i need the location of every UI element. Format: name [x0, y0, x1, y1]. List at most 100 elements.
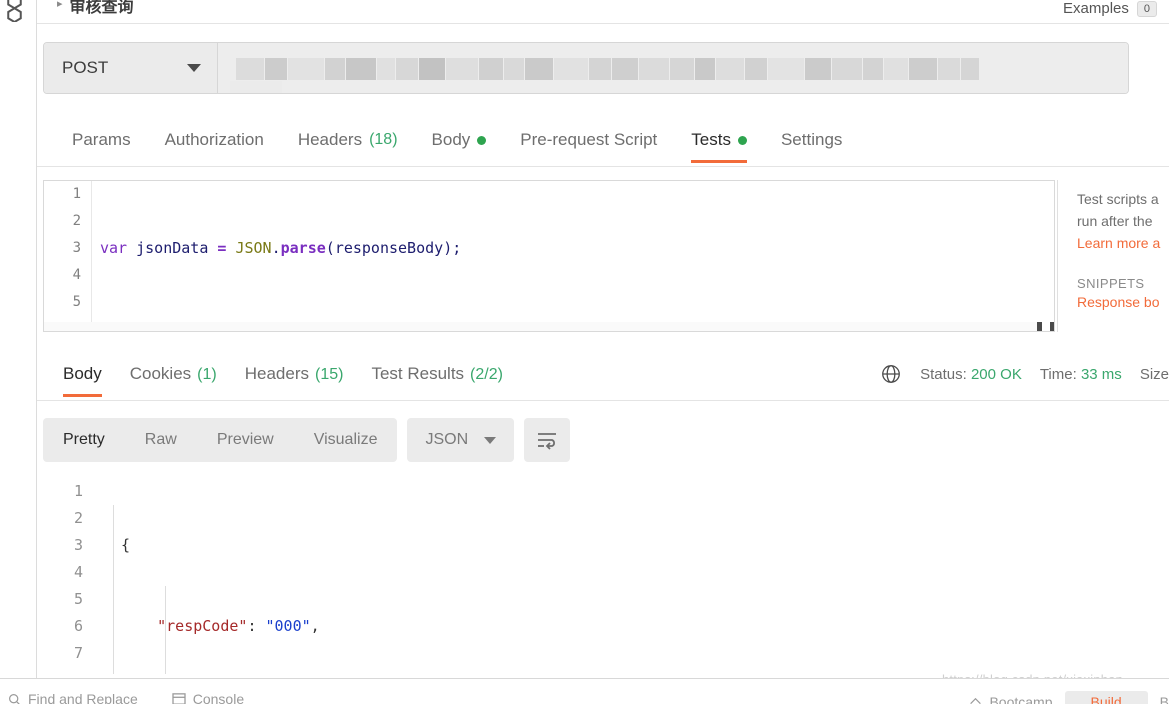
status-bar-right: Bootcamp Build B — [969, 691, 1169, 704]
response-tabs: Body Cookies (1) Headers (15) Test Results (2/… — [37, 355, 1169, 401]
viewer-mode-preview[interactable]: Preview — [197, 431, 294, 449]
line-number: 2 — [73, 509, 83, 527]
viewer-mode-pretty[interactable]: Pretty — [43, 431, 125, 449]
redaction-block — [716, 58, 744, 80]
request-tab-tests[interactable]: Tests — [674, 120, 764, 163]
redaction-block — [639, 58, 669, 80]
build-button[interactable]: Build — [1064, 691, 1148, 704]
url-redacted-overlay-secondary — [230, 81, 282, 93]
url-bar-row: POST S — [37, 36, 1169, 100]
word-wrap-button[interactable] — [524, 418, 571, 462]
line-number: 2 — [72, 213, 81, 229]
examples-control[interactable]: Examples 0 — [1063, 0, 1157, 17]
redaction-block — [346, 58, 376, 80]
time-indicator: Time: 33 ms — [1040, 366, 1122, 383]
http-method-value: POST — [62, 58, 109, 77]
redaction-block — [745, 58, 767, 80]
request-tabs: Params Authorization Headers (18) Body Pre-re… — [37, 120, 1169, 167]
size-indicator: Size — [1139, 365, 1169, 383]
panel-divider — [1057, 180, 1058, 332]
redaction-block — [695, 58, 715, 80]
word-wrap-icon — [538, 433, 557, 450]
tab-label: Cookies — [129, 364, 192, 383]
request-tab-authorization[interactable]: Authorization — [148, 120, 281, 162]
collections-icon[interactable] — [2, 0, 32, 22]
time-value: 33 ms — [1080, 365, 1122, 383]
request-tab-pre-request-script[interactable]: Pre-request Script — [503, 120, 674, 162]
response-tab-cookies[interactable]: Cookies (1) — [116, 355, 231, 396]
url-redacted-overlay — [236, 58, 1120, 80]
breadcrumb: ▸ 审核查询 — [57, 0, 134, 21]
chevron-down-icon — [484, 436, 497, 444]
viewer-mode-visualize[interactable]: Visualize — [294, 431, 398, 449]
redaction-block — [589, 58, 611, 80]
tab-count: (15) — [315, 366, 344, 383]
code-line-1: var jsonData = JSON.parse(responseBody); — [100, 239, 462, 257]
response-meta: Status: 200 OK Time: 33 ms Size — [880, 363, 1169, 385]
learn-more-link[interactable]: Learn more a — [1077, 232, 1169, 254]
search-icon — [9, 693, 21, 704]
redaction-block — [884, 58, 908, 80]
request-title: 审核查询 — [69, 0, 134, 16]
chevron-down-icon — [187, 64, 201, 72]
request-tab-headers[interactable]: Headers (18) — [281, 120, 415, 162]
tab-label: Headers — [297, 130, 363, 149]
tab-count: (18) — [369, 131, 398, 148]
editor-vertical-scrollbar[interactable] — [1042, 181, 1050, 331]
viewer-mode-raw[interactable]: Raw — [125, 431, 197, 449]
tab-status-dot — [737, 135, 747, 145]
response-tab-body[interactable]: Body — [49, 355, 116, 397]
tab-label: Authorization — [164, 130, 264, 149]
redaction-block — [377, 58, 395, 80]
redaction-block — [419, 58, 445, 80]
response-body-viewer[interactable]: 1 2 3 4 5 6 7 { "respCode": "000", "respDesc":… — [43, 478, 1169, 674]
console-button[interactable]: Console — [172, 691, 244, 704]
status-indicator: Status: 200 OK — [920, 366, 1022, 383]
response-format-select[interactable]: JSON — [407, 418, 515, 462]
editor-code[interactable]: var jsonData = JSON.parse(responseBody);… — [100, 181, 1034, 331]
browse-button[interactable]: B — [1160, 694, 1169, 704]
tab-label: Body — [431, 130, 471, 149]
console-icon — [172, 693, 186, 704]
redaction-block — [396, 58, 418, 80]
response-line-numbers: 1 2 3 4 5 6 7 — [43, 478, 95, 667]
editor-horizontal-scrollbar[interactable] — [44, 322, 1054, 331]
line-number: 3 — [73, 536, 83, 554]
tab-count: (2/2) — [470, 366, 503, 383]
find-and-replace-button[interactable]: Find and Replace — [8, 691, 138, 704]
line-number: 5 — [73, 590, 83, 608]
response-viewer-toolbar: Pretty Raw Preview Visualize JSON — [43, 418, 571, 462]
tests-script-editor[interactable]: 1 2 3 4 5 var jsonData = JSON.parse(response… — [43, 180, 1055, 332]
line-number: 5 — [72, 294, 81, 310]
redaction-block — [805, 58, 831, 80]
redaction-block — [525, 58, 553, 80]
help-text-line-2: run after the — [1077, 213, 1153, 229]
tab-label: Settings — [780, 130, 843, 149]
http-method-select[interactable]: POST — [44, 43, 218, 93]
time-label: Time: — [1039, 365, 1077, 383]
globe-icon[interactable] — [880, 363, 902, 385]
postman-window: ▸ 审核查询 Examples 0 POST S Params Authoriza… — [0, 0, 1169, 704]
line-number: 4 — [72, 267, 81, 283]
line-number: 4 — [73, 563, 83, 581]
request-tab-body[interactable]: Body — [415, 120, 504, 162]
redaction-block — [265, 58, 287, 80]
request-tab-params[interactable]: Params — [55, 120, 148, 162]
bootcamp-button[interactable]: Bootcamp — [969, 694, 1053, 704]
url-input[interactable] — [218, 43, 1128, 93]
redaction-block — [325, 58, 345, 80]
snippet-item-response-body[interactable]: Response bo — [1077, 291, 1169, 313]
console-label: Console — [192, 691, 245, 704]
status-bar: Find and Replace Console Bootcamp Build … — [0, 679, 1169, 704]
chevron-right-icon: ▸ — [57, 0, 63, 10]
line-number: 1 — [73, 482, 83, 500]
redaction-block — [504, 58, 524, 80]
status-label: Status: — [920, 365, 967, 383]
response-tab-headers[interactable]: Headers (15) — [231, 355, 358, 396]
tab-count: (1) — [197, 366, 217, 383]
response-tab-test-results[interactable]: Test Results (2/2) — [357, 355, 517, 396]
tab-label: Tests — [691, 130, 731, 149]
help-text-line-1: Test scripts a — [1077, 191, 1159, 207]
redaction-block — [961, 58, 979, 80]
request-tab-settings[interactable]: Settings — [764, 120, 859, 162]
